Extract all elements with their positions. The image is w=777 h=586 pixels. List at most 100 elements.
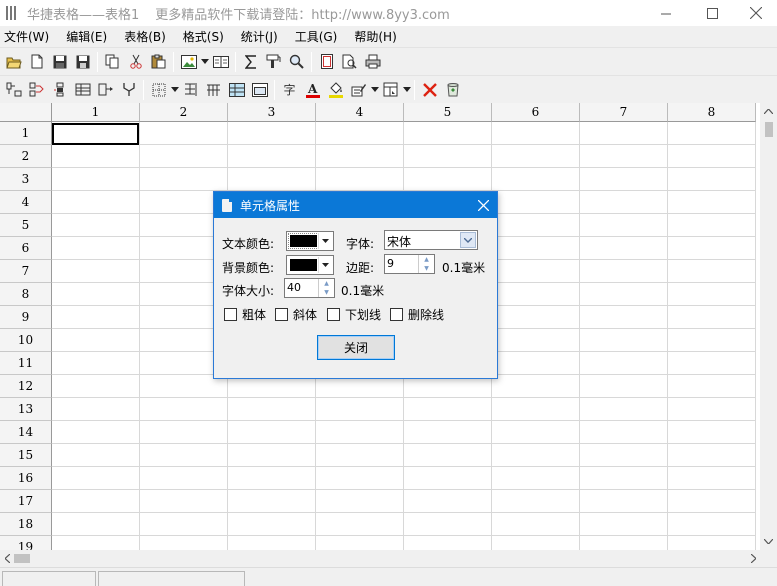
- row-header-14[interactable]: 14: [0, 421, 52, 444]
- menu-edit[interactable]: 编辑(E): [62, 28, 115, 45]
- fork-button[interactable]: [117, 79, 140, 101]
- book-button[interactable]: [209, 51, 232, 73]
- font-select-dropdown[interactable]: [460, 232, 476, 248]
- spin-down-icon[interactable]: ▼: [319, 288, 334, 297]
- active-cell[interactable]: [52, 123, 139, 145]
- save-button[interactable]: [48, 51, 71, 73]
- row-header-2[interactable]: 2: [0, 145, 52, 168]
- menu-table[interactable]: 表格(B): [120, 28, 174, 45]
- font-select[interactable]: 宋体: [384, 230, 478, 250]
- format-paint-button[interactable]: [262, 51, 285, 73]
- margin-spinner[interactable]: 9 ▲ ▼: [384, 254, 435, 274]
- bold-checkbox[interactable]: 粗体: [224, 306, 266, 323]
- horizontal-scroll-thumb[interactable]: [14, 554, 30, 563]
- border-button[interactable]: [147, 79, 170, 101]
- column-header-4[interactable]: 4: [316, 103, 404, 122]
- column-header-5[interactable]: 5: [404, 103, 492, 122]
- spin-down-icon[interactable]: ▼: [419, 264, 434, 273]
- italic-checkbox-box[interactable]: [275, 308, 288, 321]
- row-header-16[interactable]: 16: [0, 467, 52, 490]
- column-header-3[interactable]: 3: [228, 103, 316, 122]
- row-header-13[interactable]: 13: [0, 398, 52, 421]
- close-window-button[interactable]: [733, 0, 777, 26]
- border-dropdown[interactable]: [170, 79, 179, 101]
- move-right-button[interactable]: [94, 79, 117, 101]
- horizontal-scrollbar[interactable]: [0, 550, 760, 567]
- row-header-3[interactable]: 3: [0, 168, 52, 191]
- vertical-scroll-thumb[interactable]: [765, 122, 773, 137]
- sum-button[interactable]: [239, 51, 262, 73]
- menu-file[interactable]: 文件(W): [0, 28, 57, 45]
- scroll-right-button[interactable]: [746, 550, 760, 567]
- edit-cell-dropdown[interactable]: [370, 79, 379, 101]
- font-color-button[interactable]: A: [301, 79, 324, 101]
- align-right-button[interactable]: [179, 79, 202, 101]
- row-header-6[interactable]: 6: [0, 237, 52, 260]
- underline-checkbox-box[interactable]: [327, 308, 340, 321]
- cell-properties-button[interactable]: [379, 79, 402, 101]
- text-color-picker[interactable]: [286, 231, 334, 251]
- row-header-10[interactable]: 10: [0, 329, 52, 352]
- row-header-8[interactable]: 8: [0, 283, 52, 306]
- strikethrough-checkbox-box[interactable]: [390, 308, 403, 321]
- delete-button[interactable]: [418, 79, 441, 101]
- open-folder-button[interactable]: [2, 51, 25, 73]
- grid-corner[interactable]: [0, 103, 52, 122]
- font-size-spinner[interactable]: 40 ▲ ▼: [284, 278, 335, 298]
- row-header-17[interactable]: 17: [0, 490, 52, 513]
- cut-button[interactable]: [124, 51, 147, 73]
- find-button[interactable]: [285, 51, 308, 73]
- strikethrough-checkbox[interactable]: 删除线: [390, 306, 444, 323]
- menu-stats[interactable]: 统计(J): [237, 28, 286, 45]
- menu-help[interactable]: 帮助(H): [350, 28, 404, 45]
- merge-left-button[interactable]: [2, 79, 25, 101]
- font-button[interactable]: 字: [278, 79, 301, 101]
- menu-tools[interactable]: 工具(G): [291, 28, 346, 45]
- print-preview-button[interactable]: [338, 51, 361, 73]
- column-header-1[interactable]: 1: [52, 103, 140, 122]
- bold-checkbox-box[interactable]: [224, 308, 237, 321]
- table-style-button[interactable]: [225, 79, 248, 101]
- row-header-1[interactable]: 1: [0, 122, 52, 145]
- menu-format[interactable]: 格式(S): [179, 28, 232, 45]
- maximize-button[interactable]: [689, 0, 735, 26]
- column-header-2[interactable]: 2: [140, 103, 228, 122]
- new-file-button[interactable]: [25, 51, 48, 73]
- dialog-close-button[interactable]: [475, 197, 491, 213]
- font-size-spinner-buttons[interactable]: ▲ ▼: [318, 279, 334, 297]
- column-width-button[interactable]: [202, 79, 225, 101]
- italic-checkbox[interactable]: 斜体: [275, 306, 317, 323]
- vertical-scrollbar[interactable]: [760, 103, 777, 550]
- close-dialog-button[interactable]: 关闭: [317, 335, 395, 360]
- text-color-dropdown[interactable]: [318, 233, 332, 249]
- minimize-button[interactable]: [643, 0, 689, 26]
- margin-spinner-buttons[interactable]: ▲ ▼: [418, 255, 434, 273]
- split-cells-button[interactable]: [25, 79, 48, 101]
- row-header-4[interactable]: 4: [0, 191, 52, 214]
- recycle-button[interactable]: [441, 79, 464, 101]
- row-header-5[interactable]: 5: [0, 214, 52, 237]
- insert-column-button[interactable]: [71, 79, 94, 101]
- underline-checkbox[interactable]: 下划线: [327, 306, 381, 323]
- fill-color-button[interactable]: [324, 79, 347, 101]
- dialog-title-bar[interactable]: 单元格属性: [214, 192, 497, 218]
- page-setup-button[interactable]: [315, 51, 338, 73]
- row-header-11[interactable]: 11: [0, 352, 52, 375]
- background-color-picker[interactable]: [286, 255, 334, 275]
- cell-properties-dropdown[interactable]: [402, 79, 411, 101]
- row-header-12[interactable]: 12: [0, 375, 52, 398]
- row-header-15[interactable]: 15: [0, 444, 52, 467]
- background-color-dropdown[interactable]: [318, 257, 332, 273]
- spin-up-icon[interactable]: ▲: [319, 279, 334, 288]
- scroll-left-button[interactable]: [0, 550, 14, 567]
- save-all-button[interactable]: [71, 51, 94, 73]
- column-header-6[interactable]: 6: [492, 103, 580, 122]
- edit-cell-button[interactable]: [347, 79, 370, 101]
- column-header-7[interactable]: 7: [580, 103, 668, 122]
- scroll-up-button[interactable]: [760, 103, 777, 120]
- copy-button[interactable]: [101, 51, 124, 73]
- scroll-down-button[interactable]: [760, 533, 777, 550]
- print-button[interactable]: [361, 51, 384, 73]
- row-header-7[interactable]: 7: [0, 260, 52, 283]
- insert-image-dropdown[interactable]: [200, 51, 209, 73]
